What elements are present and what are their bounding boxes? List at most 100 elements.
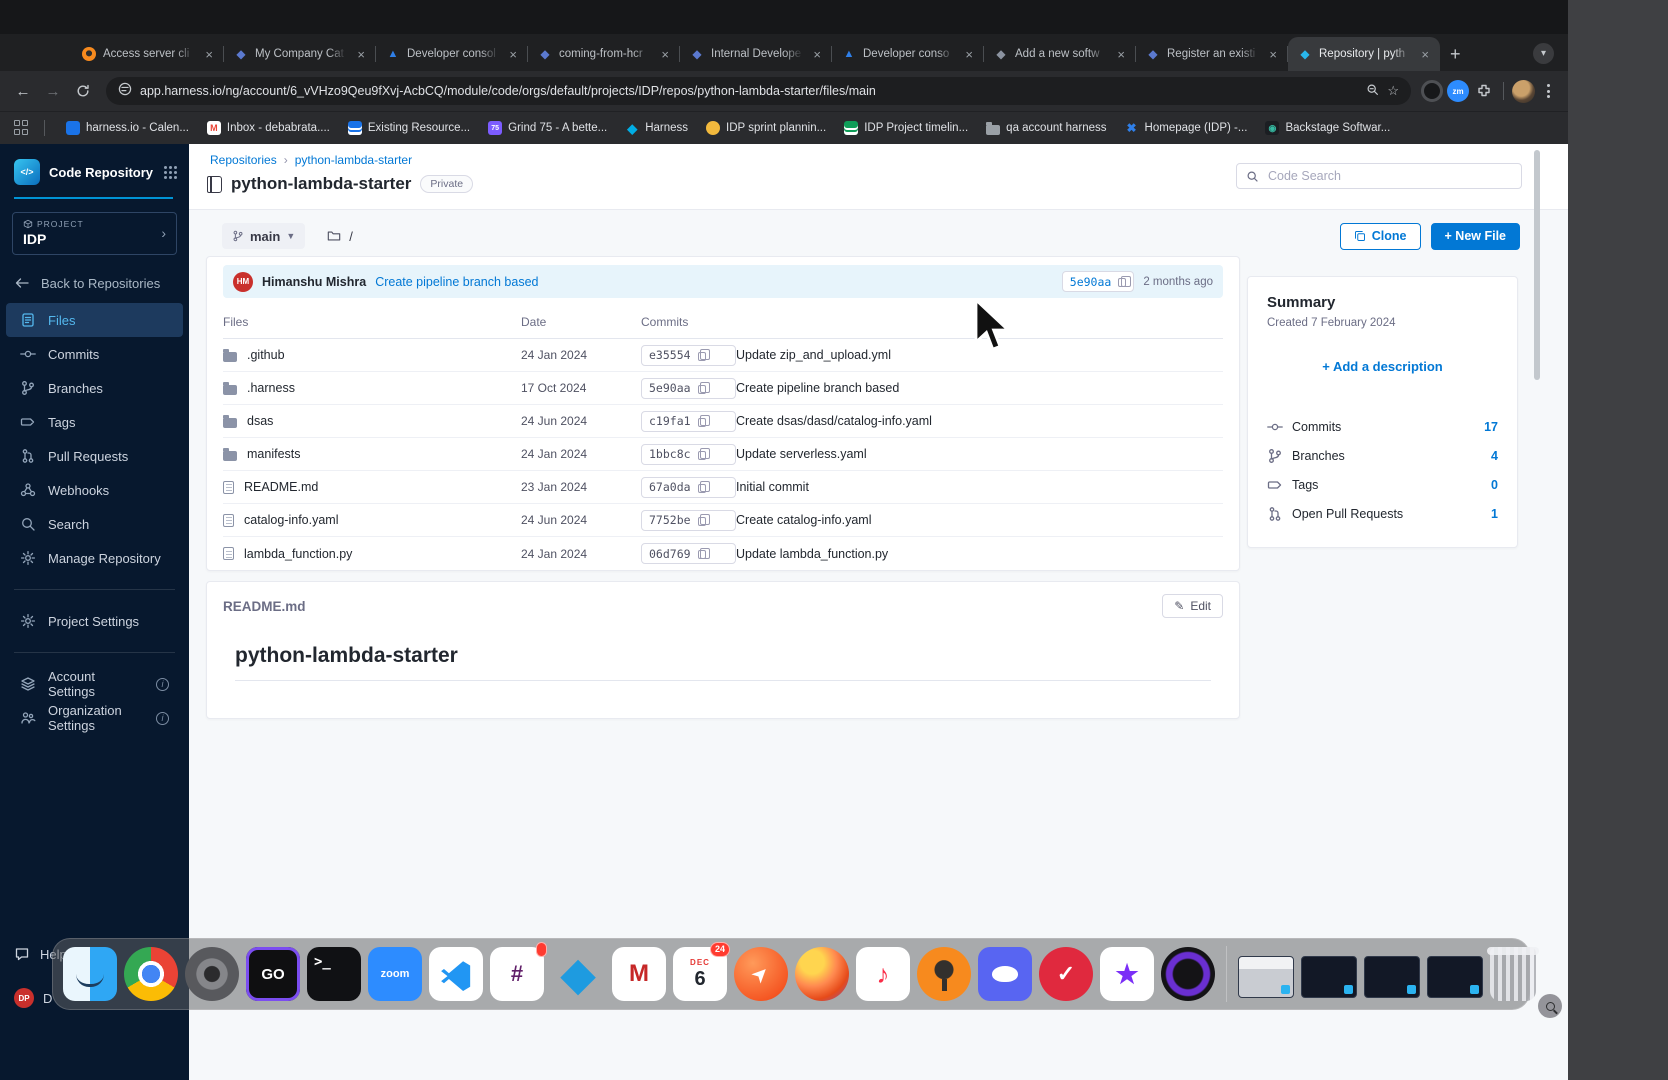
- module-switcher-icon[interactable]: [164, 166, 177, 179]
- sidebar-item-webhooks[interactable]: Webhooks: [6, 473, 183, 507]
- bookmark-item[interactable]: ✖Homepage (IDP) -...: [1116, 118, 1257, 138]
- copy-icon[interactable]: [698, 484, 706, 493]
- dock-trash-icon[interactable]: [1490, 947, 1536, 1001]
- info-icon[interactable]: i: [156, 712, 169, 725]
- browser-tab[interactable]: ▲Developer conso×: [832, 37, 984, 71]
- copy-icon[interactable]: [1118, 278, 1126, 287]
- commit-hash-chip[interactable]: 1bbc8c: [641, 444, 736, 465]
- zoom-extension-icon[interactable]: zm: [1447, 80, 1469, 102]
- dock-goland-icon[interactable]: GO: [246, 947, 300, 1001]
- commit-hash-chip[interactable]: 5e90aa: [641, 378, 736, 399]
- dock-music-icon[interactable]: ♪: [856, 947, 910, 1001]
- dock-firefox-icon[interactable]: [795, 947, 849, 1001]
- branch-selector[interactable]: main ▼: [222, 223, 305, 249]
- summary-stat-open-pull-requests[interactable]: Open Pull Requests1: [1267, 499, 1498, 528]
- bookmark-item[interactable]: Existing Resource...: [339, 118, 479, 138]
- sidebar-item-organization-settings[interactable]: Organization Settingsi: [6, 701, 183, 735]
- zoom-level-icon[interactable]: [1366, 83, 1379, 99]
- table-row[interactable]: dsas24 Jun 2024c19fa1Create dsas/dasd/ca…: [223, 405, 1223, 438]
- repo-path[interactable]: /: [349, 229, 353, 244]
- new-file-button[interactable]: + New File: [1431, 223, 1520, 250]
- dock-discord-icon[interactable]: [978, 947, 1032, 1001]
- dock-dark-app-icon[interactable]: [1161, 947, 1215, 1001]
- tab-close-icon[interactable]: ×: [658, 47, 672, 62]
- bookmark-item[interactable]: 75Grind 75 - A bette...: [479, 118, 616, 138]
- tab-close-icon[interactable]: ×: [354, 47, 368, 62]
- copy-icon[interactable]: [698, 517, 706, 526]
- file-name-cell[interactable]: .github: [223, 348, 521, 362]
- edit-button[interactable]: ✎ Edit: [1162, 594, 1223, 618]
- file-name-cell[interactable]: README.md: [223, 480, 521, 494]
- table-row[interactable]: .harness17 Oct 20245e90aaCreate pipeline…: [223, 372, 1223, 405]
- commit-message[interactable]: Create pipeline branch based: [736, 381, 1223, 395]
- browser-tab[interactable]: ◆coming-from-hcr×: [528, 37, 680, 71]
- url-text[interactable]: app.harness.io/ng/account/6_vVHzo9Qeu9fX…: [140, 84, 1358, 98]
- bookmark-item[interactable]: MInbox - debabrata....: [198, 118, 339, 138]
- browser-tab[interactable]: Access server cli×: [72, 37, 224, 71]
- dock-vscode-icon[interactable]: [429, 947, 483, 1001]
- commit-hash-chip[interactable]: c19fa1: [641, 411, 736, 432]
- dock-star-app-icon[interactable]: ★: [1100, 947, 1154, 1001]
- minimized-window-thumbnail[interactable]: [1238, 956, 1294, 998]
- bookmark-item[interactable]: IDP sprint plannin...: [697, 118, 835, 138]
- sidebar-item-tags[interactable]: Tags: [6, 405, 183, 439]
- browser-tab[interactable]: ◆Internal Develope×: [680, 37, 832, 71]
- commit-message[interactable]: Create dsas/dasd/catalog-info.yaml: [736, 414, 1223, 428]
- summary-stat-branches[interactable]: Branches4: [1267, 441, 1498, 470]
- minimized-window-thumbnail[interactable]: [1364, 956, 1420, 998]
- sidebar-item-search[interactable]: Search: [6, 507, 183, 541]
- dock-system-settings-icon[interactable]: [185, 947, 239, 1001]
- bookmark-star-icon[interactable]: ☆: [1387, 83, 1399, 99]
- bookmark-item[interactable]: IDP Project timelin...: [835, 118, 977, 138]
- tab-close-icon[interactable]: ×: [202, 47, 216, 62]
- tab-close-icon[interactable]: ×: [1114, 47, 1128, 62]
- table-row[interactable]: lambda_function.py24 Jan 202406d769Updat…: [223, 537, 1223, 570]
- minimized-window-thumbnail[interactable]: [1301, 956, 1357, 998]
- forward-icon[interactable]: →: [40, 78, 66, 104]
- extensions-puzzle-icon[interactable]: [1473, 80, 1495, 102]
- browser-tab[interactable]: ▲Developer consol×: [376, 37, 528, 71]
- commit-message[interactable]: Update serverless.yaml: [736, 447, 1223, 461]
- table-row[interactable]: catalog-info.yaml24 Jun 20247752beCreate…: [223, 504, 1223, 537]
- table-row[interactable]: .github24 Jan 2024e35554Update zip_and_u…: [223, 339, 1223, 372]
- summary-stat-commits[interactable]: Commits17: [1267, 412, 1498, 441]
- copy-icon[interactable]: [698, 418, 706, 427]
- file-name-cell[interactable]: lambda_function.py: [223, 547, 521, 561]
- tab-close-icon[interactable]: ×: [810, 47, 824, 62]
- apps-grid-icon[interactable]: [14, 120, 30, 136]
- commit-hash-chip[interactable]: 5e90aa: [1062, 271, 1135, 292]
- browser-tab[interactable]: ◆My Company Cat×: [224, 37, 376, 71]
- dock-openvpn-icon[interactable]: [917, 947, 971, 1001]
- file-name-cell[interactable]: dsas: [223, 414, 521, 428]
- reload-icon[interactable]: [70, 78, 96, 104]
- screen-corner-magnifier-icon[interactable]: [1538, 994, 1562, 1018]
- summary-stat-tags[interactable]: Tags0: [1267, 470, 1498, 499]
- clone-button[interactable]: Clone: [1340, 223, 1421, 250]
- sidebar-item-manage-repository[interactable]: Manage Repository: [6, 541, 183, 575]
- add-description-link[interactable]: + Add a description: [1267, 359, 1498, 374]
- tab-close-icon[interactable]: ×: [1418, 47, 1432, 62]
- sidebar-item-branches[interactable]: Branches: [6, 371, 183, 405]
- code-search-box[interactable]: [1236, 163, 1522, 189]
- commit-message[interactable]: Initial commit: [736, 480, 1223, 494]
- dock-finder-icon[interactable]: [63, 947, 117, 1001]
- tab-close-icon[interactable]: ×: [506, 47, 520, 62]
- dock-postman-icon[interactable]: ➤: [734, 947, 788, 1001]
- dock-backstage-icon[interactable]: ◆: [551, 947, 605, 1001]
- bookmark-item[interactable]: harness.io - Calen...: [57, 118, 198, 138]
- url-bar[interactable]: app.harness.io/ng/account/6_vVHzo9Qeu9fX…: [106, 77, 1411, 105]
- file-name-cell[interactable]: .harness: [223, 381, 521, 395]
- back-icon[interactable]: ←: [10, 78, 36, 104]
- table-row[interactable]: README.md23 Jan 202467a0daInitial commit: [223, 471, 1223, 504]
- profile-avatar[interactable]: [1512, 80, 1535, 103]
- back-to-repositories[interactable]: Back to Repositories: [0, 267, 189, 299]
- tab-close-icon[interactable]: ×: [962, 47, 976, 62]
- dock-app-m-icon[interactable]: M: [612, 947, 666, 1001]
- commit-message[interactable]: Update lambda_function.py: [736, 547, 1223, 561]
- site-info-icon[interactable]: [118, 82, 132, 101]
- user-item[interactable]: DP D: [14, 988, 52, 1008]
- browser-tab[interactable]: ◆Add a new softw×: [984, 37, 1136, 71]
- breadcrumb-repositories[interactable]: Repositories: [210, 153, 277, 167]
- new-tab-button[interactable]: +: [1450, 44, 1461, 65]
- browser-menu-icon[interactable]: [1539, 80, 1558, 102]
